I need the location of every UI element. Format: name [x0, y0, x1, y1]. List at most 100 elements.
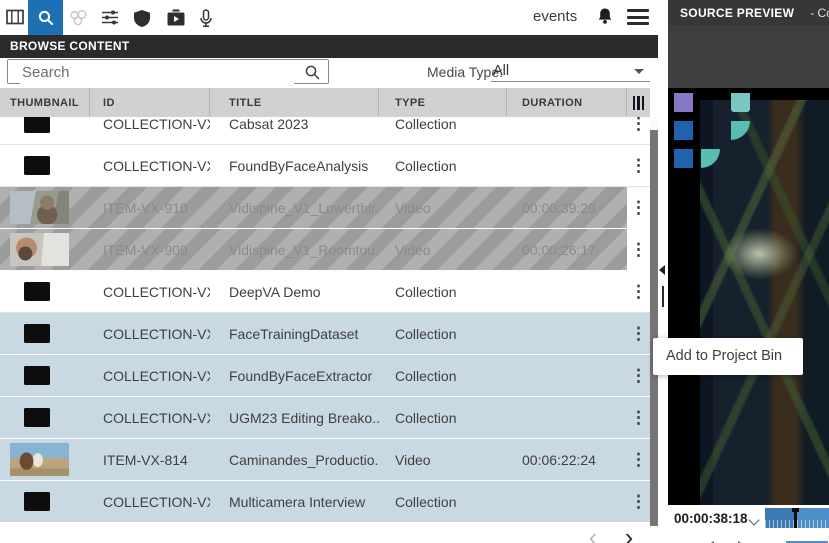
prev-page-icon[interactable]: ‹ — [578, 524, 608, 543]
row-type: Collection — [379, 158, 507, 174]
panel-splitter[interactable] — [658, 0, 668, 543]
columns-icon — [633, 96, 645, 110]
bell-icon[interactable] — [597, 7, 613, 31]
source-preview-title: SOURCE PREVIEW — [680, 6, 794, 20]
search-box[interactable] — [7, 59, 329, 84]
row-type: Collection — [379, 326, 507, 342]
current-timecode[interactable]: 00:00:38:18 — [674, 511, 748, 526]
table-row[interactable]: COLLECTION-VX...DeepVA DemoCollection⋮ — [0, 271, 650, 313]
logo-square-teal — [731, 93, 750, 112]
microphone-icon[interactable] — [199, 9, 213, 33]
row-kebab-menu-icon[interactable]: ⋮ — [627, 145, 650, 187]
preview-letterbox-top — [668, 25, 829, 88]
folder-icon — [24, 156, 50, 175]
row-kebab-menu-icon[interactable]: ⋮ — [627, 117, 650, 145]
transport-controls — [668, 535, 829, 543]
row-kebab-menu-icon[interactable]: ⋮ — [627, 397, 650, 439]
events-link[interactable]: events — [533, 8, 577, 25]
splitter-handle-icon[interactable] — [662, 286, 664, 307]
playhead-marker[interactable] — [794, 508, 797, 528]
folder-icon — [24, 492, 50, 511]
filter-bar: Media Type: All — [0, 58, 658, 88]
column-header-id[interactable]: ID — [90, 88, 210, 117]
collapse-left-icon[interactable] — [659, 265, 665, 275]
folder-icon — [24, 282, 50, 301]
shield-icon[interactable] — [133, 9, 151, 33]
next-page-icon[interactable]: › — [614, 524, 644, 543]
column-settings-button[interactable] — [627, 88, 650, 117]
sliders-icon[interactable] — [101, 9, 119, 31]
source-preview-clip-label: - Cosmos — [810, 6, 829, 20]
thumbnail-cell — [0, 117, 90, 133]
video-thumbnail — [10, 191, 69, 224]
table-row[interactable]: COLLECTION-VX...FoundByFaceAnalysisColle… — [0, 145, 650, 187]
table-row[interactable]: COLLECTION-VX...UGM23 Editing Breako...C… — [0, 397, 650, 439]
folder-icon — [24, 408, 50, 427]
column-header-duration[interactable]: DURATION — [507, 88, 627, 117]
row-kebab-menu-icon[interactable]: ⋮ — [627, 439, 650, 481]
row-kebab-menu-icon[interactable]: ⋮ — [627, 313, 650, 355]
row-id: COLLECTION-VX... — [90, 117, 210, 132]
row-type: Collection — [379, 410, 507, 426]
folder-icon — [24, 324, 50, 343]
logo-square-blue — [674, 121, 693, 140]
row-kebab-menu-icon[interactable]: ⋮ — [627, 229, 650, 271]
table-row[interactable]: ITEM-VX-814Caminandes_Productio...Video0… — [0, 439, 650, 481]
row-type: Collection — [379, 117, 507, 132]
media-type-value: All — [493, 63, 509, 79]
row-title: Vidispine_V1_Roomtou... — [210, 242, 379, 258]
row-duration: 00;00;26;17 — [507, 242, 627, 258]
row-id: ITEM-VX-814 — [90, 452, 210, 468]
row-title: Cabsat 2023 — [210, 117, 379, 132]
panel-title: BROWSE CONTENT — [0, 35, 658, 58]
row-id: ITEM-VX-910 — [90, 200, 210, 216]
search-tool-button[interactable] — [28, 0, 63, 35]
table-row[interactable]: COLLECTION-VX...FaceTrainingDatasetColle… — [0, 313, 650, 355]
thumbnail-cell — [0, 191, 90, 224]
menu-icon[interactable] — [627, 9, 649, 29]
table-header: THUMBNAIL ID TITLE TYPE DURATION — [0, 88, 650, 117]
column-header-title[interactable]: TITLE — [210, 88, 379, 117]
magnifier-icon[interactable] — [304, 64, 321, 81]
media-box-icon[interactable] — [166, 9, 186, 32]
thumbnail-cell — [0, 233, 90, 266]
logo-square-blue — [674, 149, 693, 168]
search-input[interactable] — [20, 61, 294, 84]
row-type: Collection — [379, 368, 507, 384]
scrollbar-thumb[interactable] — [650, 130, 658, 526]
row-id: COLLECTION-VX... — [90, 326, 210, 342]
table-row[interactable]: COLLECTION-VX...Cabsat 2023Collection ⋮ — [0, 117, 650, 145]
video-thumbnail — [10, 443, 69, 476]
table-row[interactable]: ITEM-VX-910Vidispine_V1_Lowerthir...Vide… — [0, 187, 650, 229]
thumbnail-cell — [0, 282, 90, 301]
row-kebab-menu-icon[interactable]: ⋮ — [627, 355, 650, 397]
row-kebab-menu-icon[interactable]: ⋮ — [627, 187, 650, 229]
row-kebab-menu-icon[interactable]: ⋮ — [627, 271, 650, 313]
thumbnail-cell — [0, 324, 90, 343]
context-menu-item-add-to-project-bin[interactable]: Add to Project Bin — [653, 338, 803, 375]
row-title: Vidispine_V1_Lowerthir... — [210, 200, 379, 216]
column-header-thumbnail[interactable]: THUMBNAIL — [0, 88, 90, 117]
column-header-type[interactable]: TYPE — [379, 88, 507, 117]
timecode-dropdown-icon[interactable] — [748, 514, 759, 525]
media-type-select[interactable]: All — [491, 60, 650, 82]
row-title: Multicamera Interview — [210, 494, 379, 510]
film-strip-icon[interactable] — [6, 9, 24, 30]
faces-icon[interactable] — [69, 9, 88, 31]
table-rows: COLLECTION-VX...Cabsat 2023Collection⋮CO… — [0, 117, 650, 523]
preview-controls: 00:00:38:18 — [668, 505, 829, 543]
table-row[interactable]: COLLECTION-VX...FoundByFaceExtractorColl… — [0, 355, 650, 397]
row-kebab-menu-icon[interactable]: ⋮ — [627, 481, 650, 523]
thumbnail-cell — [0, 443, 90, 476]
context-menu: Add to Project Bin — [653, 338, 803, 375]
video-frame — [700, 100, 829, 505]
thumbnail-cell — [0, 366, 90, 385]
video-viewport[interactable] — [668, 88, 829, 505]
vertical-scrollbar[interactable] — [650, 117, 658, 526]
mini-timeline[interactable] — [765, 508, 829, 528]
source-preview-panel: SOURCE PREVIEW - Cosmos 00:00:38:18 — [668, 0, 829, 543]
row-title: FoundByFaceExtractor — [210, 368, 379, 384]
table-row[interactable]: COLLECTION-VX...Multicamera InterviewCol… — [0, 481, 650, 523]
chevron-down-icon — [634, 69, 644, 74]
table-row[interactable]: ITEM-VX-909Vidispine_V1_Roomtou...Video0… — [0, 229, 650, 271]
